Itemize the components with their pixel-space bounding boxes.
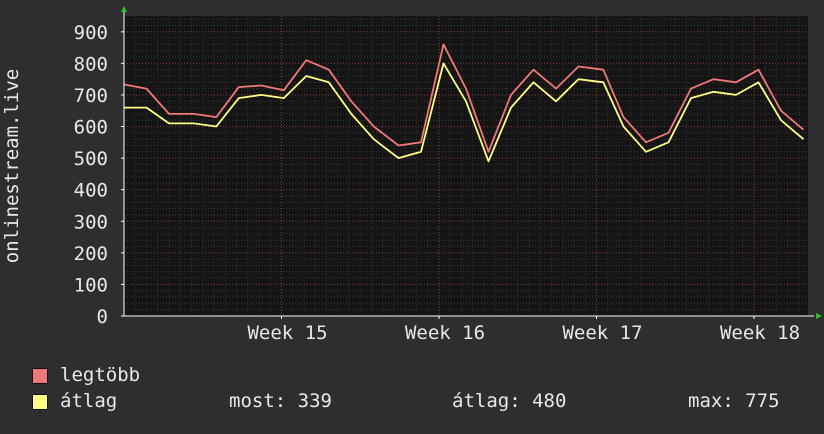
y-tick-label: 700 (74, 85, 108, 107)
y-tick-label: 200 (74, 243, 108, 265)
y-axis-label: onlinestream.live (1, 69, 23, 263)
y-axis-arrow-icon (121, 6, 127, 12)
x-tick-label: Week 16 (405, 322, 485, 344)
y-tick-label: 0 (97, 306, 108, 328)
y-tick-label: 500 (74, 148, 108, 170)
x-tick-label: Week 17 (562, 322, 642, 344)
x-tick-label: Week 18 (720, 322, 800, 344)
line-chart: 0 100 200 300 400 500 600 700 800 900 Week 15 Week … (1, 6, 822, 344)
y-tick-label: 100 (74, 274, 108, 296)
y-tick-label: 800 (74, 53, 108, 75)
plot-area (124, 16, 808, 316)
x-tick-label: Week 15 (247, 322, 327, 344)
y-tick-label: 900 (74, 22, 108, 44)
y-tick-label: 400 (74, 180, 108, 202)
y-tick-label: 300 (74, 211, 108, 233)
y-tick-label: 600 (74, 117, 108, 139)
x-axis-arrow-icon (816, 313, 822, 319)
chart-root: 0 100 200 300 400 500 600 700 800 900 Week 15 Week … (0, 0, 824, 430)
